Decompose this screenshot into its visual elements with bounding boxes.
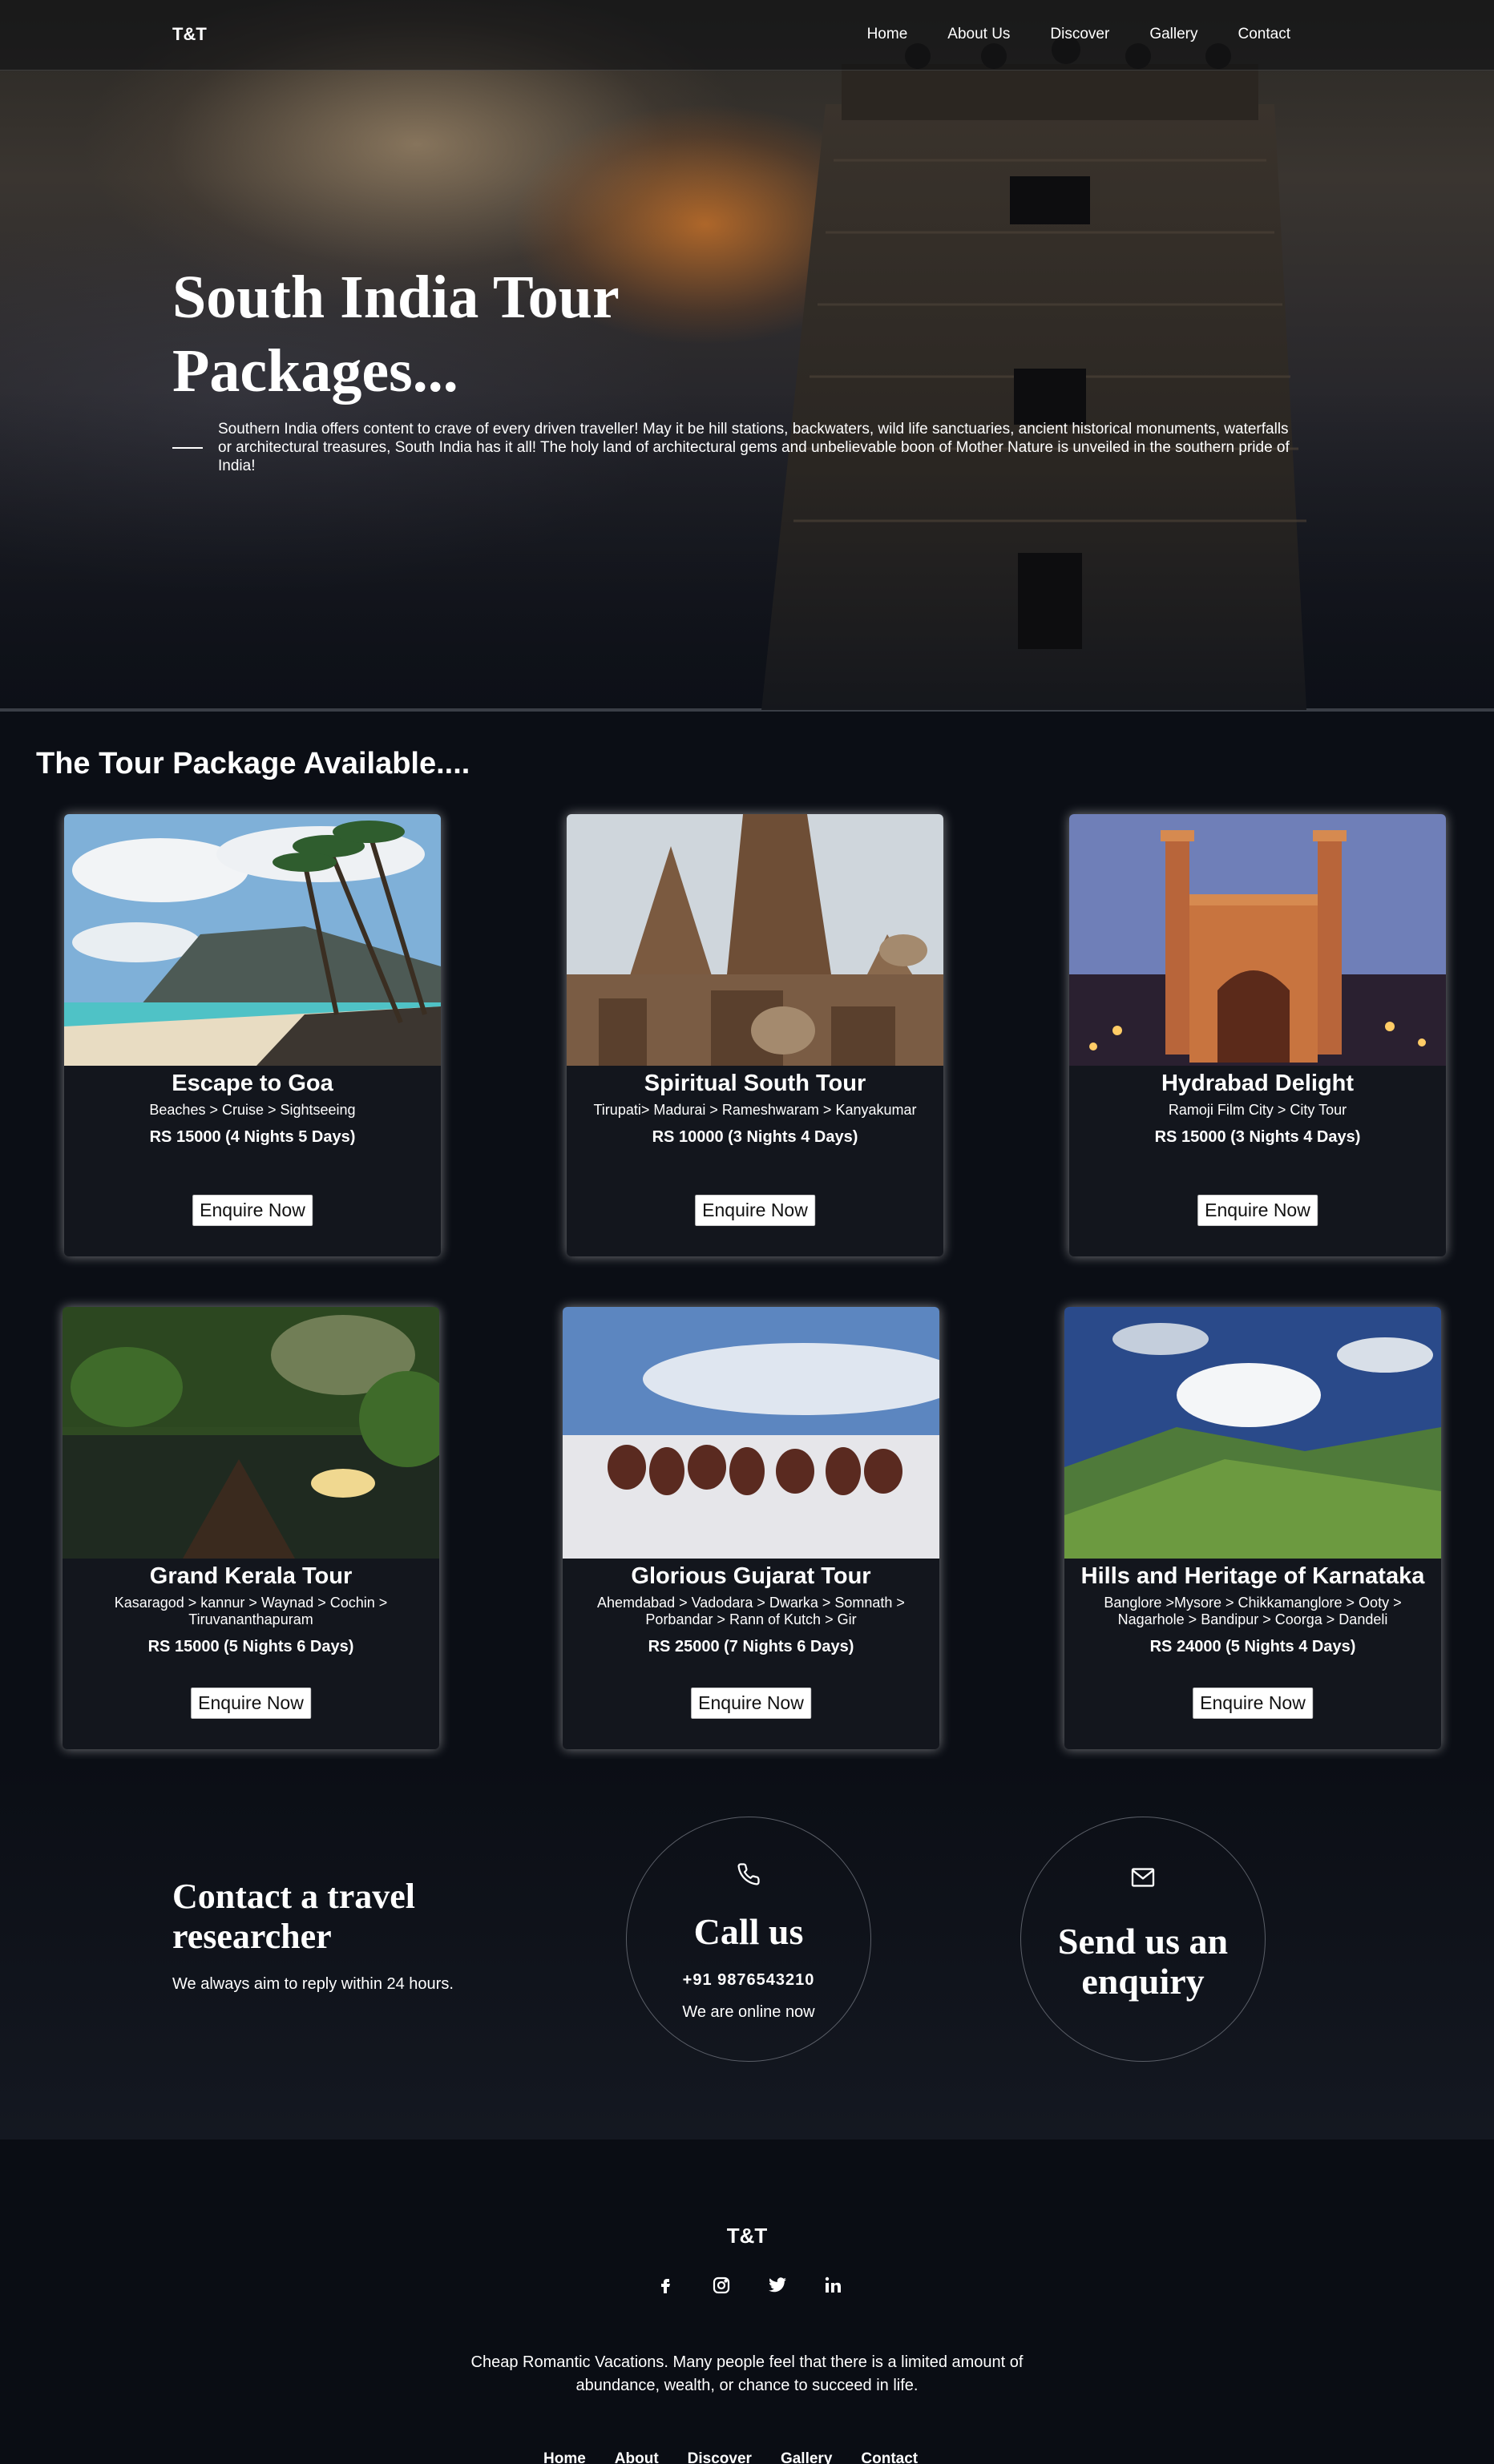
contact-title: Contact a travel researcher [172, 1877, 416, 1956]
linkedin-icon[interactable] [824, 2276, 843, 2295]
instagram-icon[interactable] [712, 2276, 731, 2295]
card-price: RS 15000 (4 Nights 5 Days) [149, 1128, 356, 1146]
kerala-backwater-image [63, 1307, 439, 1559]
nav-about[interactable]: About Us [947, 26, 1010, 43]
nav-links: Home About Us Discover Gallery Contact [867, 26, 1290, 43]
phone-number[interactable]: +91 9876543210 [627, 1971, 870, 1990]
card-price: RS 10000 (3 Nights 4 Days) [652, 1128, 858, 1146]
rann-of-kutch-image [563, 1307, 939, 1559]
footer-link-about[interactable]: About [615, 2450, 659, 2464]
enquire-now-button[interactable]: Enquire Now [1197, 1195, 1318, 1226]
card-title: Grand Kerala Tour [149, 1563, 353, 1589]
twitter-icon[interactable] [768, 2276, 787, 2295]
enquiry-title: Send us an enquiry [1057, 1921, 1229, 2002]
card-route: Ahemdabad > Vadodara > Dwarka > Somnath … [597, 1595, 905, 1627]
package-card-goa: Escape to Goa Beaches > Cruise > Sightse… [64, 814, 441, 1256]
footer-link-discover[interactable]: Discover [688, 2450, 752, 2464]
card-title: Hydrabad Delight [1161, 1071, 1355, 1096]
contact-subtitle: We always aim to reply within 24 hours. [172, 1975, 454, 1993]
nav-discover[interactable]: Discover [1050, 26, 1109, 43]
package-card-karnataka: Hills and Heritage of Karnataka Banglore… [1064, 1307, 1441, 1749]
footer-link-gallery[interactable]: Gallery [781, 2450, 832, 2464]
package-card-gujarat: Glorious Gujarat Tour Ahemdabad > Vadoda… [563, 1307, 939, 1749]
top-navbar: T&T Home About Us Discover Gallery Conta… [0, 0, 1494, 71]
card-title: Spiritual South Tour [644, 1071, 866, 1096]
send-enquiry-card[interactable]: Send us an enquiry [1020, 1817, 1266, 2062]
card-route: Kasaragod > kannur > Waynad > Cochin > T… [114, 1595, 388, 1627]
package-card-hyderabad: Hydrabad Delight Ramoji Film City > City… [1069, 814, 1446, 1256]
card-title: Escape to Goa [172, 1071, 333, 1096]
enquire-now-button[interactable]: Enquire Now [1193, 1688, 1313, 1719]
mail-icon [1130, 1867, 1156, 1892]
enquire-now-button[interactable]: Enquire Now [691, 1688, 811, 1719]
card-route: Ramoji Film City > City Tour [1168, 1102, 1347, 1118]
facebook-icon[interactable] [656, 2276, 675, 2295]
card-price: RS 15000 (3 Nights 4 Days) [1154, 1128, 1361, 1146]
karnataka-hills-image [1064, 1307, 1441, 1559]
call-us-card[interactable]: Call us +91 9876543210 We are online now [626, 1817, 871, 2062]
footer: T&T Cheap Romantic Vacations. Many peopl… [0, 2139, 1494, 2464]
card-route: Banglore >Mysore > Chikkamanglore > Ooty… [1104, 1595, 1402, 1627]
temple-gopuram-image [761, 35, 1306, 710]
enquire-now-button[interactable]: Enquire Now [191, 1688, 311, 1719]
footer-link-home[interactable]: Home [543, 2450, 586, 2464]
package-card-kerala: Grand Kerala Tour Kasaragod > kannur > W… [63, 1307, 439, 1749]
call-us-title: Call us [693, 1911, 804, 1952]
site-logo[interactable]: T&T [172, 24, 207, 45]
enquire-now-button[interactable]: Enquire Now [192, 1195, 313, 1226]
charminar-image [1069, 814, 1446, 1066]
hero-title: South India Tour Packages... [172, 264, 619, 405]
temple-image [567, 814, 943, 1066]
card-title: Glorious Gujarat Tour [631, 1563, 871, 1589]
packages-heading: The Tour Package Available.... [36, 747, 470, 780]
nav-contact[interactable]: Contact [1238, 26, 1290, 43]
card-route: Tirupati> Madurai > Rameshwaram > Kanyak… [593, 1102, 917, 1118]
card-price: RS 15000 (5 Nights 6 Days) [147, 1638, 354, 1655]
card-route: Beaches > Cruise > Sightseeing [149, 1102, 356, 1118]
phone-icon [737, 1862, 761, 1890]
footer-logo[interactable]: T&T [0, 2224, 1494, 2248]
hero-accent-line [172, 447, 203, 449]
card-price: RS 24000 (5 Nights 4 Days) [1149, 1638, 1356, 1655]
footer-nav: Home About Discover Gallery Contact [543, 2450, 918, 2464]
card-title: Hills and Heritage of Karnataka [1080, 1563, 1425, 1589]
goa-beach-image [64, 814, 441, 1066]
online-status: We are online now [682, 2003, 815, 2021]
hero-description: Southern India offers content to crave o… [218, 421, 1290, 474]
nav-home[interactable]: Home [867, 26, 908, 43]
package-card-spiritual: Spiritual South Tour Tirupati> Madurai >… [567, 814, 943, 1256]
footer-link-contact[interactable]: Contact [861, 2450, 918, 2464]
social-links [656, 2276, 843, 2295]
enquire-now-button[interactable]: Enquire Now [695, 1195, 815, 1226]
nav-gallery[interactable]: Gallery [1149, 26, 1197, 43]
card-price: RS 25000 (7 Nights 6 Days) [648, 1638, 854, 1655]
footer-tagline: Cheap Romantic Vacations. Many people fe… [470, 2353, 1024, 2394]
